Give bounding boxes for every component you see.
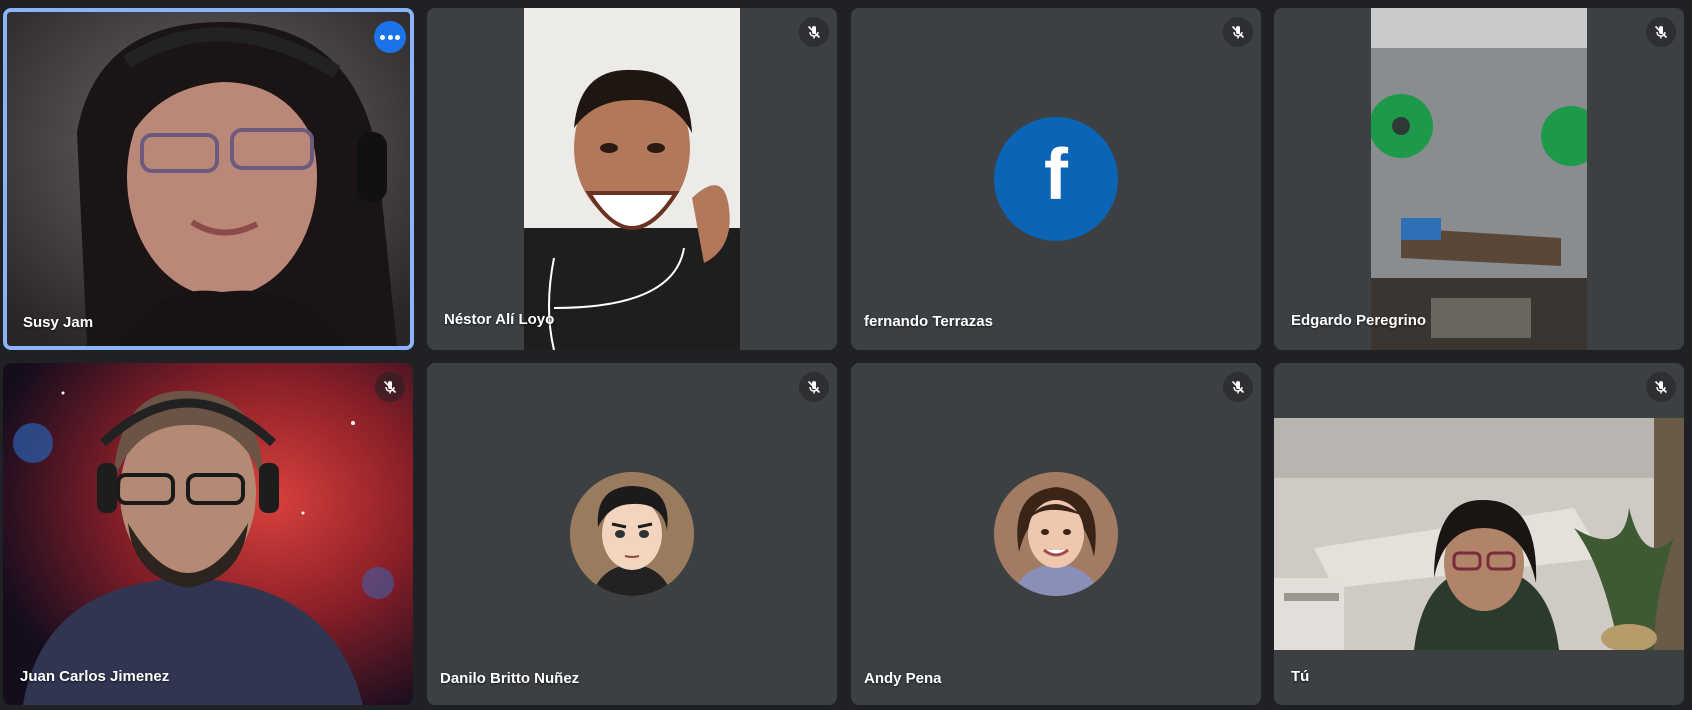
participant-name: Tú	[1291, 668, 1310, 685]
mic-off-icon	[799, 372, 829, 402]
mic-off-icon	[799, 17, 829, 47]
photo-avatar	[994, 472, 1118, 596]
participant-video	[3, 363, 413, 705]
participant-tile-juan-carlos-jimenez[interactable]: Juan Carlos Jimenez	[3, 363, 413, 705]
participant-video	[1371, 8, 1587, 350]
more-options-dot	[387, 35, 393, 40]
cartoon-avatar	[570, 472, 694, 596]
avatar-letter: f	[1044, 135, 1068, 215]
participant-tile-edgardo-peregrino[interactable]: Edgardo Peregrino	[1274, 8, 1684, 350]
participant-name: Juan Carlos Jimenez	[20, 668, 170, 685]
participant-name: Susy Jam	[23, 314, 94, 331]
participant-name: Edgardo Peregrino	[1291, 312, 1427, 329]
more-options-icon	[380, 35, 385, 40]
participant-name: Danilo Britto Nuñez	[440, 670, 580, 687]
participant-name: fernando Terrazas	[864, 313, 993, 330]
self-video	[1274, 418, 1684, 650]
participant-name: Andy Pena	[864, 670, 942, 687]
participant-tile-danilo-britto-nunez[interactable]: Danilo Britto Nuñez	[427, 363, 837, 705]
participant-video	[7, 12, 410, 346]
participant-name: Néstor Alí Loyo	[444, 311, 555, 328]
mic-off-icon	[1646, 17, 1676, 47]
mic-off-icon	[1223, 17, 1253, 47]
participant-tile-self[interactable]: Tú	[1274, 363, 1684, 705]
participant-tile-andy-pena[interactable]: Andy Pena	[851, 363, 1261, 705]
mic-off-icon	[1646, 372, 1676, 402]
mic-off-icon	[375, 372, 405, 402]
participant-video	[524, 8, 740, 350]
participant-tile-nestor-ali-loyo[interactable]: Néstor Alí Loyo	[427, 8, 837, 350]
facebook-avatar: f	[994, 117, 1118, 241]
more-options-button[interactable]	[374, 21, 406, 53]
participant-tile-fernando-terrazas[interactable]: f fernando Terrazas	[851, 8, 1261, 350]
more-options-dot	[395, 35, 400, 40]
mic-off-icon	[1223, 372, 1253, 402]
participant-tile-susy-jam[interactable]: Susy Jam	[3, 8, 414, 350]
